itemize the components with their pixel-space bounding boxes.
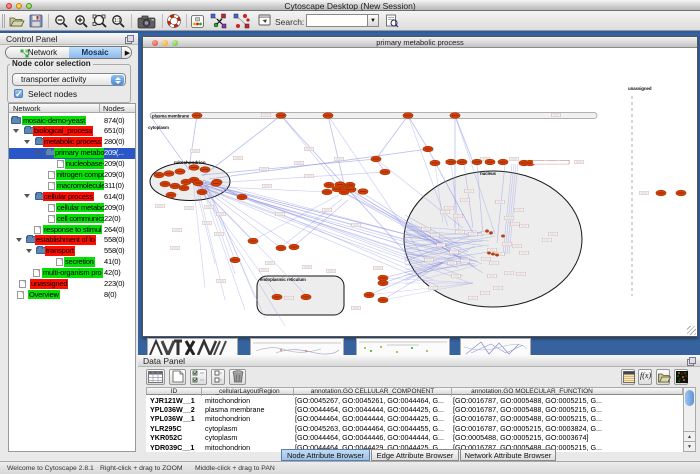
- svg-text:endoplasmic reticulum: endoplasmic reticulum: [260, 277, 306, 282]
- svg-text:nucleus: nucleus: [480, 171, 497, 176]
- svg-text:cytoplasm: cytoplasm: [148, 125, 169, 130]
- svg-text:unassigned: unassigned: [628, 86, 652, 91]
- svg-text:1:1: 1:1: [114, 18, 121, 24]
- svg-text:mitochondrion: mitochondrion: [174, 160, 206, 165]
- svg-text:plasma membrane: plasma membrane: [152, 113, 190, 118]
